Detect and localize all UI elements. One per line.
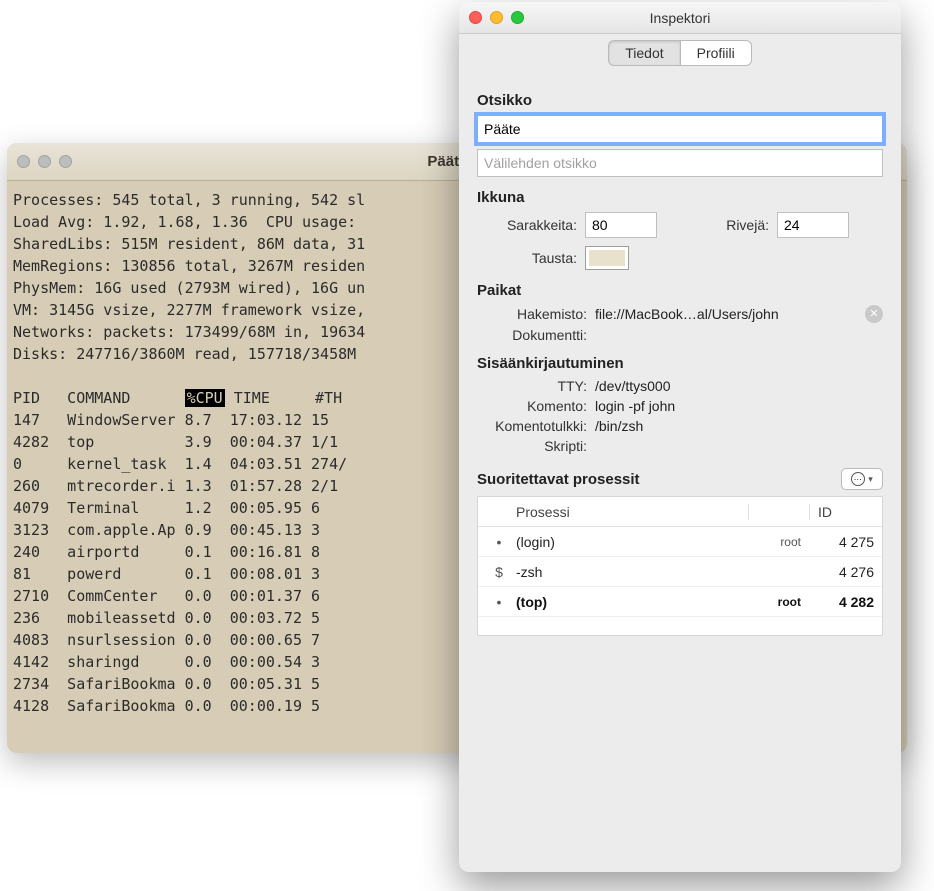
section-window-heading: Ikkuna <box>477 189 883 206</box>
table-row[interactable]: $-zsh 4 276 <box>478 557 882 587</box>
process-name: (login) <box>512 534 749 550</box>
tab-title-input[interactable] <box>477 149 883 177</box>
table-row[interactable]: •(top)root4 282 <box>478 587 882 617</box>
process-id: 4 282 <box>809 594 874 610</box>
tab-profile[interactable]: Profiili <box>681 40 752 66</box>
terminal-traffic-lights <box>17 155 72 168</box>
section-places-heading: Paikat <box>477 282 883 299</box>
background-label: Tausta: <box>477 250 577 266</box>
script-label: Skripti: <box>477 438 587 454</box>
chevron-down-icon: ▾ <box>868 474 873 485</box>
rows-input[interactable] <box>777 212 849 238</box>
command-value: login -pf john <box>595 398 875 414</box>
close-icon[interactable] <box>17 155 30 168</box>
title-input[interactable] <box>477 115 883 143</box>
row-bullet: • <box>486 594 512 610</box>
process-name: (top) <box>512 594 749 610</box>
section-title-heading: Otsikko <box>477 92 883 109</box>
minimize-icon[interactable] <box>38 155 51 168</box>
process-user: root <box>749 595 809 609</box>
background-color-well[interactable] <box>585 246 629 270</box>
inspector-window: Inspektori Tiedot Profiili Otsikko Ikkun… <box>459 2 901 872</box>
directory-label: Hakemisto: <box>477 306 587 322</box>
section-login-heading: Sisäänkirjautuminen <box>477 355 883 372</box>
process-id: 4 276 <box>809 564 874 580</box>
col-header-id[interactable]: ID <box>809 504 874 520</box>
close-icon[interactable] <box>469 11 482 24</box>
document-label: Dokumentti: <box>477 327 587 343</box>
processes-table-head[interactable]: Prosessi ID <box>478 497 882 527</box>
zoom-icon[interactable] <box>511 11 524 24</box>
inspector-content: Otsikko Ikkuna Sarakkeita: Rivejä: Taust… <box>459 72 901 872</box>
row-bullet: $ <box>486 564 512 580</box>
process-id: 4 275 <box>809 534 874 550</box>
process-user: root <box>749 535 809 549</box>
directory-value: file://MacBook…al/Users/john <box>595 306 857 322</box>
inspector-title: Inspektori <box>459 10 901 26</box>
processes-table: Prosessi ID •(login)root4 275$-zsh4 276•… <box>477 496 883 636</box>
command-label: Komento: <box>477 398 587 414</box>
row-bullet: • <box>486 534 512 550</box>
shell-label: Komentotulkki: <box>477 418 587 434</box>
clear-directory-icon[interactable]: ✕ <box>865 305 883 323</box>
shell-value: /bin/zsh <box>595 418 875 434</box>
columns-input[interactable] <box>585 212 657 238</box>
minimize-icon[interactable] <box>490 11 503 24</box>
tty-label: TTY: <box>477 378 587 394</box>
col-header-process[interactable]: Prosessi <box>512 504 749 520</box>
rows-label: Rivejä: <box>699 217 769 233</box>
tty-value: /dev/ttys000 <box>595 378 875 394</box>
process-name: -zsh <box>512 564 749 580</box>
columns-label: Sarakkeita: <box>477 217 577 233</box>
processes-more-button[interactable]: ⋯ ▾ <box>841 468 883 490</box>
inspector-titlebar[interactable]: Inspektori <box>459 2 901 34</box>
ellipsis-icon: ⋯ <box>851 472 865 486</box>
tab-info[interactable]: Tiedot <box>608 40 680 66</box>
section-processes-heading: Suoritettavat prosessit <box>477 471 640 488</box>
zoom-icon[interactable] <box>59 155 72 168</box>
table-row[interactable]: •(login)root4 275 <box>478 527 882 557</box>
inspector-traffic-lights <box>469 11 524 24</box>
inspector-tabs: Tiedot Profiili <box>459 34 901 72</box>
